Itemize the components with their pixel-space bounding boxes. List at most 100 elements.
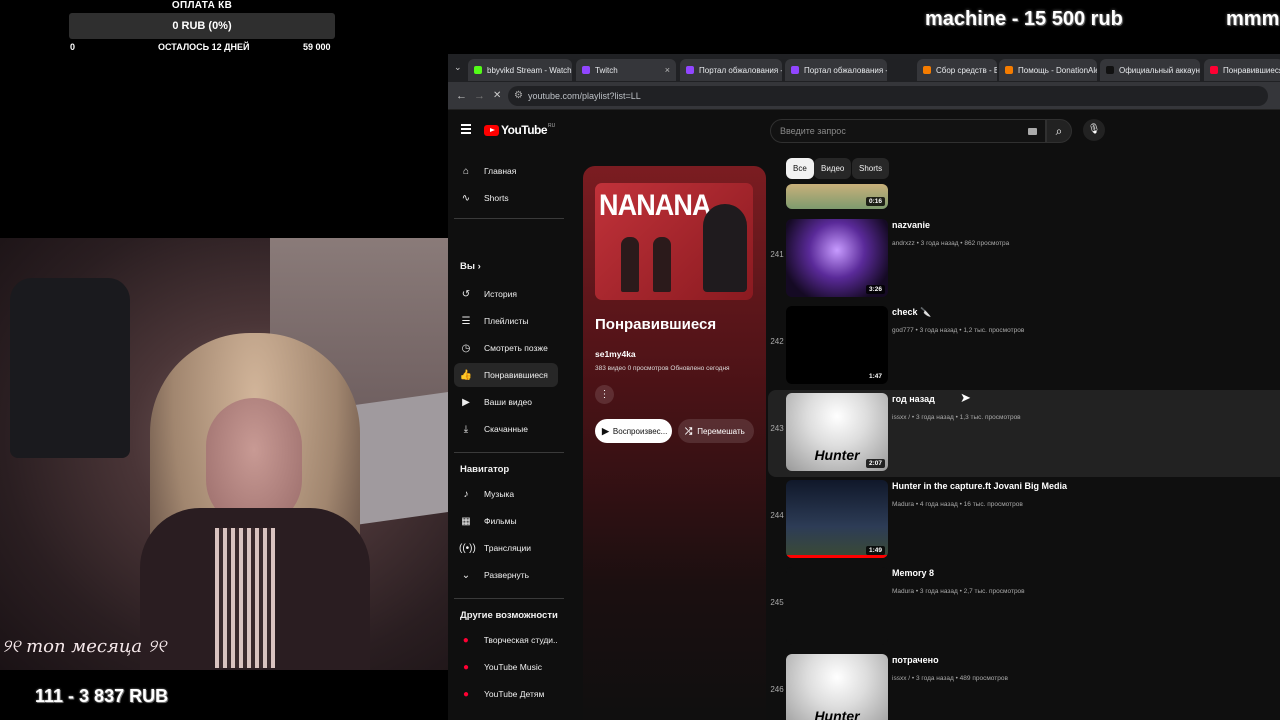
donation-ticker: machine - 15 500 rub bbox=[925, 8, 1123, 30]
video-title[interactable]: год назад bbox=[892, 394, 935, 404]
sidebar-item-expand[interactable]: ⌄ Развернуть bbox=[454, 563, 558, 587]
video-index: 241 bbox=[770, 250, 784, 259]
play-all-button[interactable]: ▶ Воспроизвес... bbox=[595, 419, 672, 443]
playlist-header-panel: NANANA Понравившиеся se1my4ka 383 видео … bbox=[583, 166, 766, 720]
video-thumbnail[interactable]: Hunter 2:07 bbox=[786, 393, 888, 471]
sidebar-item-watch-later[interactable]: ◷ Смотреть позже bbox=[454, 336, 558, 360]
video-thumbnail[interactable] bbox=[786, 567, 888, 645]
playlist-video-row[interactable]: 245 Memory 8 Madura • 3 года назад • 2,7 т… bbox=[768, 564, 1280, 651]
goal-min: 0 bbox=[70, 42, 76, 52]
menu-icon[interactable] bbox=[461, 124, 471, 136]
browser-window: ⌄ bbyvikd Stream - Watch L × Twitch × По… bbox=[448, 54, 1280, 720]
youtube-sidebar: ⌂ Главная ∿ Shorts Вы › ↺ История ☰ Плейл… bbox=[448, 152, 566, 720]
browser-tab[interactable]: Понравившиеся - Y bbox=[1204, 59, 1280, 81]
sidebar-item-youtube-music[interactable]: ● YouTube Music bbox=[454, 655, 558, 679]
tab-bar: ⌄ bbyvikd Stream - Watch L × Twitch × По… bbox=[448, 54, 1280, 82]
video-thumbnail[interactable]: 3:26 bbox=[786, 219, 888, 297]
sidebar-item-label: Плейлисты bbox=[484, 316, 529, 326]
sidebar-item-shorts[interactable]: ∿ Shorts bbox=[454, 186, 558, 210]
browser-tab[interactable]: Twitch × bbox=[576, 59, 676, 81]
tab-title: Помощь - DonationAlerts bbox=[1018, 65, 1097, 75]
forward-icon[interactable]: → bbox=[474, 90, 485, 102]
sidebar-item-downloads[interactable]: ⤓ Скачанные bbox=[454, 417, 558, 441]
video-index: 242 bbox=[770, 337, 784, 346]
sidebar-item-home[interactable]: ⌂ Главная bbox=[454, 159, 558, 183]
goal-progress-bar: 0 RUB (0%) bbox=[69, 13, 335, 39]
playlist-video-row[interactable]: 243 Hunter 2:07 год назад issxx / • 3 года н… bbox=[768, 390, 1280, 477]
video-title[interactable]: потрачено bbox=[892, 655, 939, 665]
sidebar-item-studio[interactable]: ● Творческая студи... bbox=[454, 628, 558, 652]
chip-videos[interactable]: Видео bbox=[814, 158, 852, 179]
browser-tab[interactable]: Помощь - DonationAlerts × bbox=[999, 59, 1097, 81]
url-field[interactable]: ⚙ youtube.com/playlist?list=LL bbox=[508, 86, 1268, 106]
sidebar-item-your-videos[interactable]: ▶ Ваши видео bbox=[454, 390, 558, 414]
sidebar-item-music[interactable]: ♪ Музыка bbox=[454, 482, 558, 506]
video-index: 244 bbox=[770, 511, 784, 520]
webcam-bed bbox=[355, 390, 448, 526]
thumbnail-title: NANANA bbox=[599, 189, 711, 222]
tab-favicon-icon bbox=[582, 66, 590, 74]
address-bar: ← → ✕ ⚙ youtube.com/playlist?list=LL bbox=[448, 82, 1280, 110]
video-thumbnail[interactable]: 0:16 bbox=[786, 184, 888, 209]
stop-icon[interactable]: ✕ bbox=[493, 90, 501, 101]
sidebar-item-youtube-kids[interactable]: ● YouTube Детям bbox=[454, 682, 558, 706]
video-title[interactable]: Memory 8 bbox=[892, 568, 934, 578]
tab-title: bbyvikd Stream - Watch L bbox=[487, 65, 572, 75]
playlist-video-row[interactable]: 0:16 bbox=[768, 184, 1280, 211]
search-icon[interactable]: ⌕ bbox=[1046, 119, 1072, 143]
more-options-icon[interactable]: ⋮ bbox=[595, 385, 614, 404]
shuffle-button[interactable]: ⤮ Перемешать bbox=[678, 419, 754, 443]
tab-search-icon[interactable]: ⌄ bbox=[454, 62, 462, 73]
playlist-thumbnail[interactable]: NANANA bbox=[595, 183, 753, 300]
video-thumbnail[interactable]: 1:47 bbox=[786, 306, 888, 384]
video-title[interactable]: Hunter in the capture.ft Jovani Big Medi… bbox=[892, 481, 1067, 491]
browser-tab[interactable]: Портал обжалования - × bbox=[785, 59, 887, 81]
video-title[interactable]: nazvanie bbox=[892, 220, 930, 230]
thumbnail-text: Hunter bbox=[814, 708, 860, 720]
youtube-music-icon: ● bbox=[462, 661, 470, 673]
playlist-video-row[interactable]: 246 Hunter потрачено issxx / • 3 года назад… bbox=[768, 651, 1280, 720]
tab-favicon-icon bbox=[791, 66, 799, 74]
playlist-video-row[interactable]: 241 3:26 nazvanie andrxzz • 3 года назад • … bbox=[768, 216, 1280, 303]
sidebar-item-history[interactable]: ↺ История bbox=[454, 282, 558, 306]
video-duration: 0:16 bbox=[865, 197, 885, 206]
sidebar-item-label: История bbox=[484, 289, 517, 299]
search-input[interactable]: Введите запрос bbox=[770, 119, 1046, 143]
chip-all[interactable]: Все bbox=[786, 158, 814, 179]
liked-icon: 👍 bbox=[459, 369, 473, 381]
youtube-logo[interactable]: YouTube RU bbox=[484, 123, 555, 137]
search-placeholder: Введите запрос bbox=[780, 126, 846, 136]
sidebar-more-header: Другие возможности bbox=[460, 610, 558, 621]
tab-close-icon[interactable]: × bbox=[661, 65, 670, 75]
video-duration: 3:26 bbox=[865, 285, 885, 294]
sidebar-item-label: Развернуть bbox=[484, 570, 530, 580]
donation-ticker-2: mmm bbox=[1226, 8, 1280, 30]
back-icon[interactable]: ← bbox=[456, 90, 467, 102]
sidebar-item-label: Понравившиеся bbox=[484, 370, 548, 380]
keyboard-icon[interactable] bbox=[1028, 128, 1037, 135]
video-title[interactable]: check 🔪 bbox=[892, 307, 931, 318]
sidebar-item-playlists[interactable]: ☰ Плейлисты bbox=[454, 309, 558, 333]
video-thumbnail[interactable]: 1:49 bbox=[786, 480, 888, 558]
sidebar-item-liked[interactable]: 👍 Понравившиеся bbox=[454, 363, 558, 387]
microphone-icon[interactable]: 🎙 bbox=[1083, 119, 1105, 141]
browser-tab[interactable]: Официальный аккаунт × bbox=[1100, 59, 1200, 81]
browser-tab[interactable]: Сбор средств - Виджеты × bbox=[917, 59, 997, 81]
playlist-video-row[interactable]: 244 1:49 Hunter in the capture.ft Jovani B… bbox=[768, 477, 1280, 564]
tab-title: Twitch bbox=[595, 65, 618, 75]
browser-tab[interactable]: bbyvikd Stream - Watch L × bbox=[468, 59, 572, 81]
site-info-icon[interactable]: ⚙ bbox=[514, 90, 523, 101]
video-duration: 1:49 bbox=[865, 546, 885, 555]
chip-shorts[interactable]: Shorts bbox=[852, 158, 890, 179]
sidebar-divider bbox=[454, 598, 564, 599]
sidebar-item-live[interactable]: ((•)) Трансляции bbox=[454, 536, 558, 560]
playlist-owner[interactable]: se1my4ka bbox=[595, 349, 636, 359]
sidebar-item-movies[interactable]: ▦ Фильмы bbox=[454, 509, 558, 533]
playlist-video-row[interactable]: 242 1:47 check 🔪 god777 • 3 года назад • 1,… bbox=[768, 303, 1280, 390]
sidebar-you-header[interactable]: Вы › bbox=[460, 261, 481, 272]
sidebar-item-label: Shorts bbox=[484, 193, 509, 203]
browser-tab[interactable]: Портал обжалования - × bbox=[680, 59, 782, 81]
video-thumbnail[interactable]: Hunter bbox=[786, 654, 888, 720]
url-text[interactable]: youtube.com/playlist?list=LL bbox=[528, 91, 641, 101]
sidebar-item-label: YouTube Music bbox=[484, 662, 542, 672]
